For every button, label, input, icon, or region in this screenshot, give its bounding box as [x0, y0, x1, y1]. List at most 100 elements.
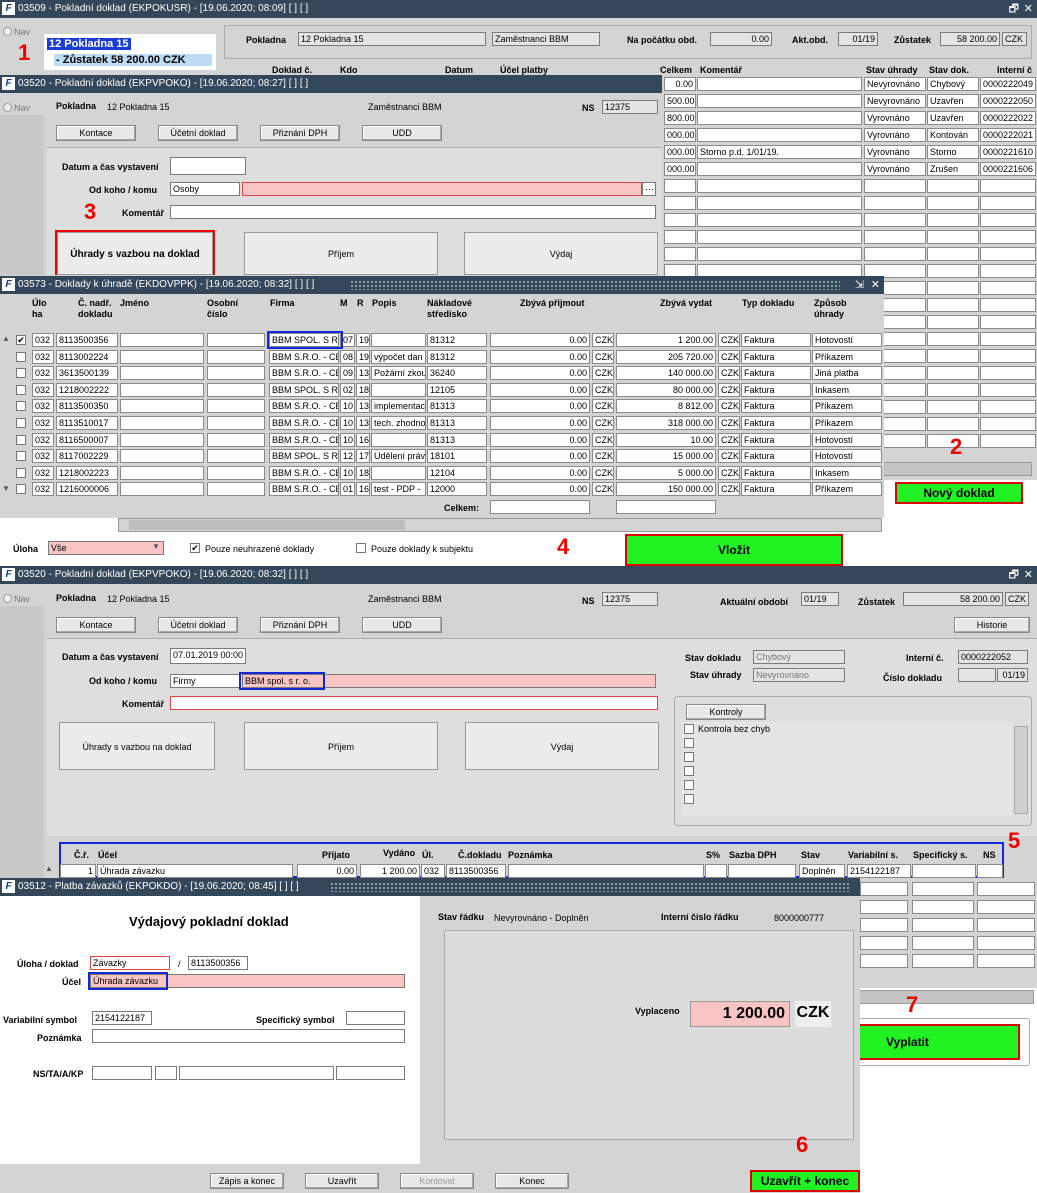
table-cell-jmeno[interactable]	[120, 366, 204, 381]
list-cell-celkem[interactable]: 000.00	[664, 128, 696, 142]
table-cell-cur1[interactable]: CZK	[592, 432, 614, 447]
udd-button[interactable]: UDD	[362, 125, 442, 141]
table-cell-osobni[interactable]	[207, 465, 265, 480]
list-cell-stav_uhr[interactable]	[864, 230, 926, 244]
table-cell-uloha[interactable]: 032	[32, 449, 54, 464]
table-cell-nakl[interactable]: 12105	[427, 382, 487, 397]
table-cell-firma[interactable]: BBM S.R.O. - CE	[269, 416, 339, 430]
table-cell-nakl[interactable]: 18101	[427, 449, 487, 464]
table-cell-firma[interactable]: BBM S.R.O. - CE	[269, 366, 339, 381]
table-cell-jmeno[interactable]	[120, 349, 204, 364]
table-cell-prijmout[interactable]: 0.00	[490, 465, 590, 480]
table-cell-osobni[interactable]	[207, 432, 265, 447]
table-cell-cur1[interactable]: CZK	[592, 382, 614, 397]
list-cell-celkem[interactable]	[664, 213, 696, 227]
chk-k-subjektu[interactable]	[356, 543, 366, 553]
kontovat-button[interactable]: Kontovat	[400, 1173, 474, 1189]
komentar-field[interactable]	[170, 205, 656, 219]
close-icon[interactable]: ✕	[1024, 566, 1033, 584]
list-cell-interni[interactable]	[980, 315, 1036, 329]
row-checkbox[interactable]	[16, 484, 26, 495]
list-cell-koment[interactable]	[697, 128, 862, 142]
kontroly-button[interactable]: Kontroly	[686, 704, 766, 720]
table-cell-zpusob[interactable]: Hotovostí	[812, 432, 882, 447]
table-cell-nadr[interactable]: 8113510017	[56, 416, 118, 430]
row-checkbox[interactable]	[16, 401, 26, 412]
table-cell-vydat[interactable]: 5 000.00	[616, 465, 716, 480]
list-cell-interni[interactable]	[980, 281, 1036, 295]
list-cell-stav_dok[interactable]: Kontován	[927, 128, 979, 142]
kontrola-checkbox[interactable]	[684, 794, 694, 804]
vyplatit-button[interactable]: Vyplatit	[858, 1024, 1020, 1060]
row-checkbox[interactable]	[16, 368, 26, 379]
list-cell-stav_dok[interactable]	[927, 281, 979, 295]
table-cell-zpusob[interactable]: Příkazem	[812, 482, 882, 497]
table-cell-uloha[interactable]: 032	[32, 382, 54, 397]
uloha-field[interactable]: Závazky	[90, 956, 170, 970]
row-checkbox[interactable]	[16, 384, 26, 395]
drag-handle[interactable]	[330, 882, 850, 892]
table-cell-nakl[interactable]: 81313	[427, 432, 487, 447]
table-cell-m[interactable]: 10	[340, 399, 355, 414]
list-cell-interni[interactable]: 0000221606	[980, 162, 1036, 176]
list-cell-stav_dok[interactable]	[927, 247, 979, 261]
ns-field[interactable]	[92, 1066, 152, 1080]
table-cell-cur1[interactable]: CZK	[592, 349, 614, 364]
table-cell-popis[interactable]: Požární zkou	[371, 366, 426, 381]
kontrola-checkbox[interactable]	[684, 766, 694, 776]
ucetni-doklad-button[interactable]: Účetní doklad	[158, 125, 238, 141]
table-cell-prijmout[interactable]: 0.00	[490, 482, 590, 497]
table-cell-uloha[interactable]: 032	[32, 416, 54, 430]
list-cell-stav_uhr[interactable]	[864, 247, 926, 261]
table-cell-uloha[interactable]: 032	[32, 465, 54, 480]
table-cell-firma[interactable]: BBM S.R.O. - CE	[269, 349, 339, 364]
prijem-button[interactable]: Příjem	[244, 232, 438, 275]
list-cell-interni[interactable]: 0000222049	[980, 77, 1036, 91]
table-cell-cur2[interactable]: CZK	[718, 432, 740, 447]
table-cell-m[interactable]: 10	[340, 432, 355, 447]
list-cell-stav_dok[interactable]	[927, 298, 979, 312]
kontrola-checkbox[interactable]	[684, 724, 694, 734]
od-koho-type[interactable]: Firmy	[170, 674, 240, 688]
row-s[interactable]	[705, 864, 727, 878]
list-cell-celkem[interactable]: 000.00	[664, 145, 696, 159]
table-cell-m[interactable]: 07	[340, 333, 355, 347]
kontace-button[interactable]: Kontace	[56, 617, 136, 633]
table-cell-cur2[interactable]: CZK	[718, 416, 740, 430]
table-cell-typ[interactable]: Faktura	[741, 382, 811, 397]
row-checkbox[interactable]	[16, 451, 26, 462]
list-cell-stav_uhr[interactable]: Nevyrovnáno	[864, 77, 926, 91]
novy-doklad-button-visible[interactable]: Nový doklad	[895, 482, 1023, 504]
table-cell-cur1[interactable]: CZK	[592, 482, 614, 497]
datum-field[interactable]: 07.01.2019 00:00	[170, 648, 246, 664]
prijem-button[interactable]: Příjem	[244, 722, 438, 770]
table-cell-nadr[interactable]: 8117002229	[56, 449, 118, 464]
table-cell-cur2[interactable]: CZK	[718, 482, 740, 497]
list-cell-stav_uhr[interactable]: Vyrovnáno	[864, 162, 926, 176]
table-cell-zpusob[interactable]: Inkasem	[812, 382, 882, 397]
udd-button[interactable]: UDD	[362, 617, 442, 633]
table-cell-osobni[interactable]	[207, 399, 265, 414]
table-cell-nadr[interactable]: 8113500350	[56, 399, 118, 414]
table-cell-popis[interactable]: tech. zhodno	[371, 416, 426, 430]
list-cell-stav_dok[interactable]: Chybový	[927, 77, 979, 91]
od-koho-subject[interactable]: BBM spol. s r. o.	[242, 674, 656, 688]
table-cell-uloha[interactable]: 032	[32, 432, 54, 447]
table-cell-zpusob[interactable]: Inkasem	[812, 465, 882, 480]
table-cell-zpusob[interactable]: Hotovostí	[812, 449, 882, 464]
list-cell-celkem[interactable]	[664, 230, 696, 244]
vydej-button[interactable]: Výdaj	[465, 722, 659, 770]
table-cell-nadr[interactable]: 1216000006	[56, 482, 118, 497]
table-cell-zpusob[interactable]: Jiná platba	[812, 366, 882, 381]
table-cell-m[interactable]: 08	[340, 349, 355, 364]
list-cell-stav_uhr[interactable]: Nevyrovnáno	[864, 94, 926, 108]
list-cell-koment[interactable]	[697, 111, 862, 125]
table-cell-osobni[interactable]	[207, 349, 265, 364]
list-cell-koment[interactable]	[697, 94, 862, 108]
row-checkbox[interactable]	[16, 418, 26, 428]
list-cell-koment[interactable]	[697, 230, 862, 244]
table-cell-firma[interactable]: BBM S.R.O. - CE	[269, 432, 339, 447]
table-cell-prijmout[interactable]: 0.00	[490, 399, 590, 414]
table-cell-r[interactable]: 16	[356, 482, 370, 497]
table-cell-r[interactable]: 19	[356, 333, 370, 347]
